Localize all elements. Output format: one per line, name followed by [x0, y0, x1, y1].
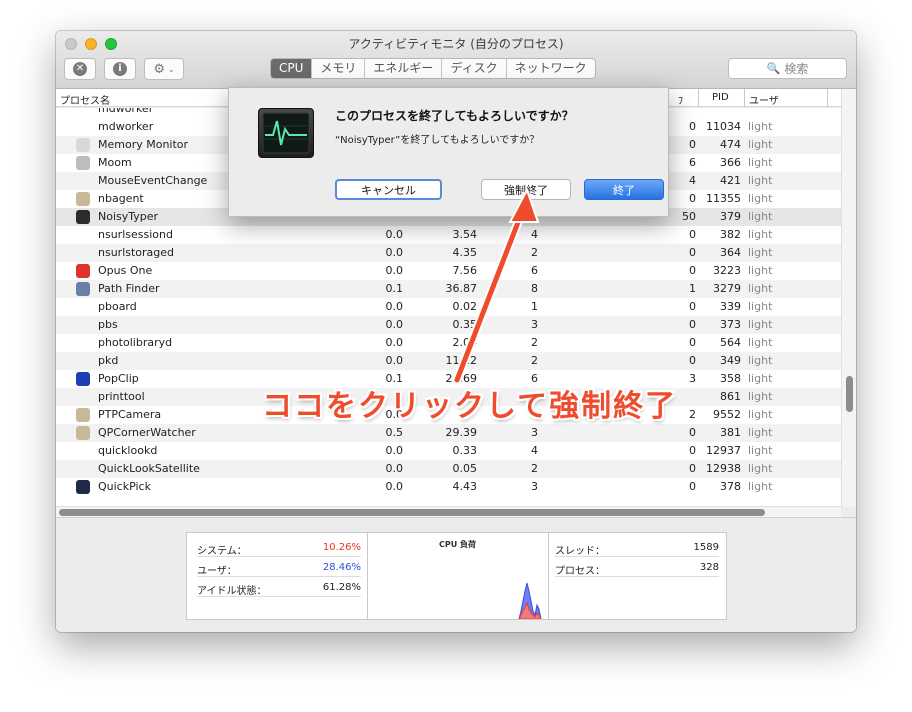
arrow-shaft [454, 209, 525, 383]
callout-text: ココをクリックして強制終了 [262, 389, 678, 424]
arrow-head [508, 187, 540, 223]
annotation-arrow [452, 187, 540, 385]
